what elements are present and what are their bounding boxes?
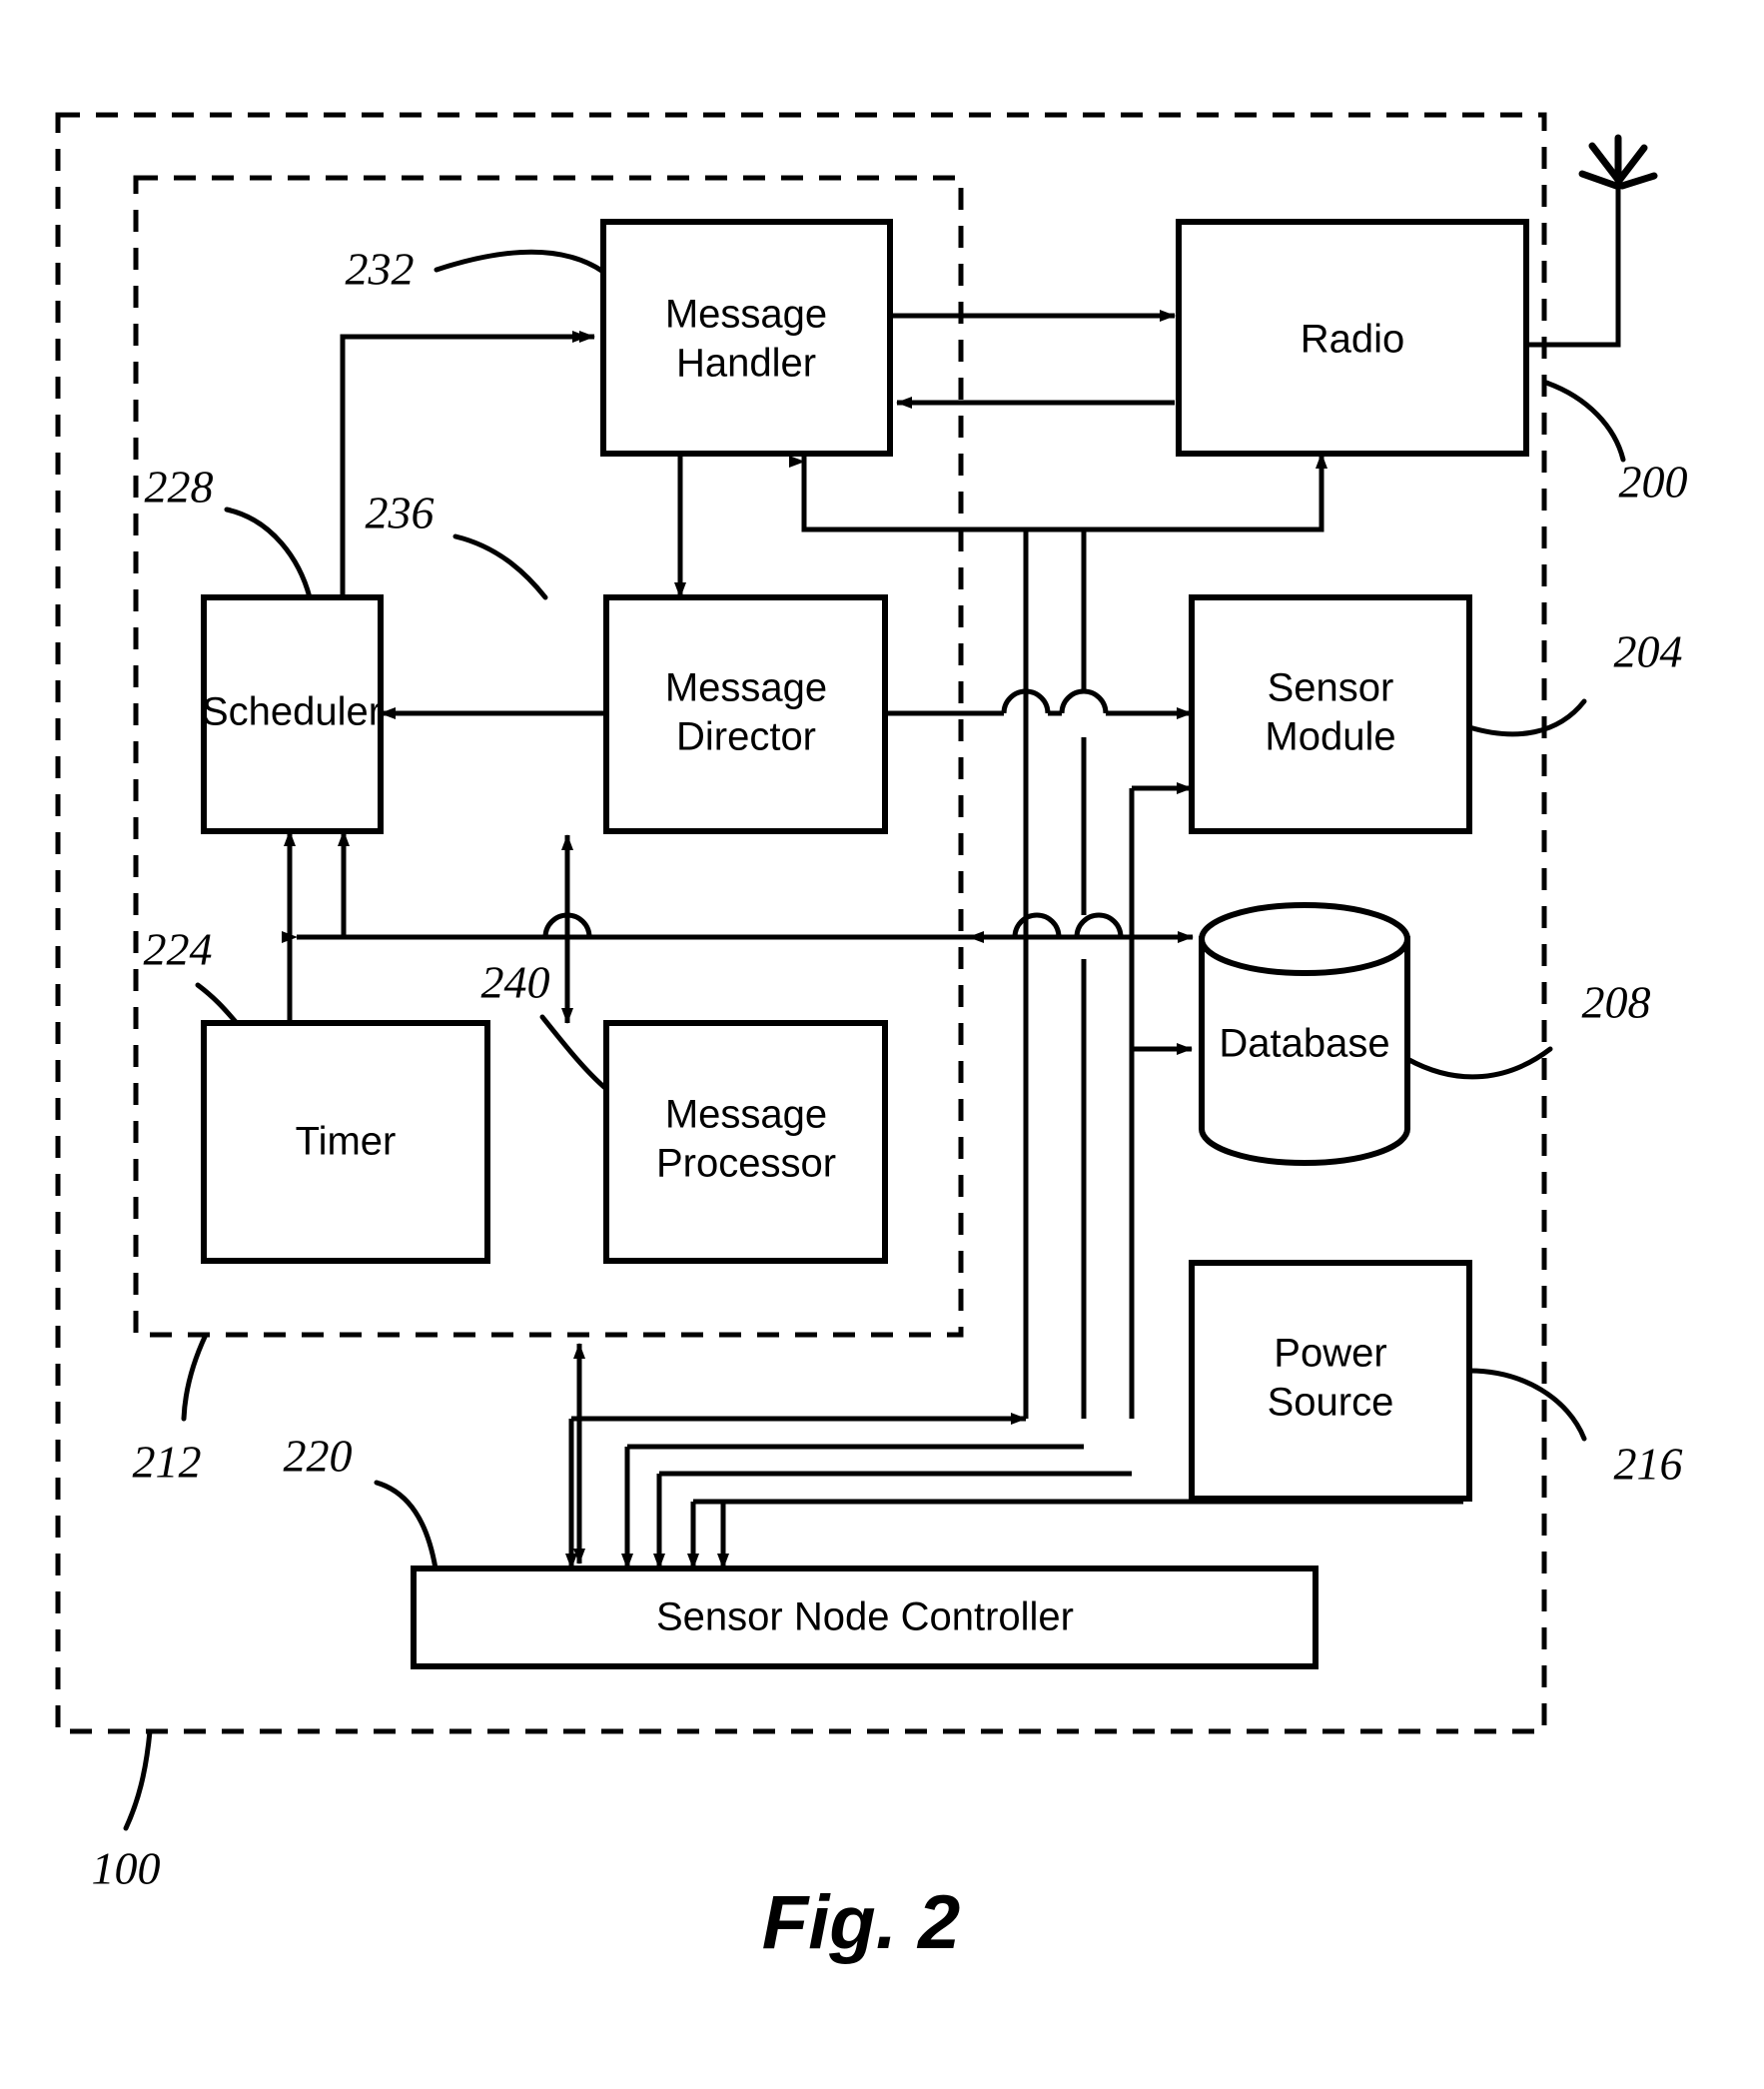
leader-232 (434, 249, 606, 275)
patent-figure-page: Message Handler Radio Scheduler Message … (0, 0, 1764, 2089)
block-sensor-module-label-2: Module (1265, 715, 1395, 759)
block-message-processor-label-1: Message (665, 1093, 827, 1137)
ref-232: 232 (346, 244, 415, 295)
block-message-handler-label-2: Handler (676, 342, 816, 386)
wire-radio-to-antenna (1526, 185, 1621, 348)
leader-236 (452, 533, 548, 600)
leader-228 (224, 507, 313, 600)
leader-200 (1543, 380, 1626, 463)
block-power-source-label-2: Source (1268, 1381, 1394, 1425)
wire-hop-md-bus-b (1059, 688, 1109, 714)
wire-message-handler-radio-bottom-route (801, 453, 1327, 532)
ref-228: 228 (145, 462, 214, 513)
leader-212 (181, 1332, 209, 1422)
block-scheduler-label-1: Scheduler (202, 690, 382, 734)
wire-hop-bus-938-b (1012, 912, 1062, 938)
leader-204 (1466, 698, 1587, 737)
leader-224 (195, 982, 240, 1026)
ref-200: 200 (1619, 457, 1688, 508)
block-sensor-module-label-1: Sensor (1268, 666, 1394, 710)
ref-208: 208 (1582, 977, 1651, 1028)
leader-216 (1466, 1368, 1587, 1442)
block-message-processor-label-2: Processor (656, 1142, 836, 1186)
leader-208 (1404, 1046, 1553, 1080)
block-message-director-label-2: Director (676, 715, 816, 759)
ref-220: 220 (284, 1431, 353, 1482)
wire-hop-bus-938-c (1074, 912, 1124, 938)
figure-canvas: Message Handler Radio Scheduler Message … (55, 112, 1688, 1965)
figure-caption: Fig. 2 (762, 1880, 960, 1965)
block-message-director-label-1: Message (665, 666, 827, 710)
leader-240 (539, 1014, 609, 1092)
leader-220 (374, 1480, 439, 1571)
ref-216: 216 (1614, 1439, 1683, 1490)
leader-100 (123, 1728, 153, 1831)
ref-236: 236 (366, 488, 435, 538)
block-database-label-1: Database (1219, 1022, 1389, 1066)
wire-scheduler-to-message-handler (340, 331, 595, 595)
block-timer-label-1: Timer (296, 1120, 397, 1164)
block-message-handler-label-1: Message (665, 293, 827, 337)
ref-212: 212 (133, 1437, 202, 1488)
block-sensor-node-controller-label-1: Sensor Node Controller (656, 1595, 1074, 1639)
antenna-icon (1578, 134, 1658, 190)
block-power-source-label-1: Power (1274, 1332, 1386, 1376)
ref-204: 204 (1614, 626, 1683, 677)
ref-100: 100 (92, 1843, 161, 1894)
ref-224: 224 (144, 924, 213, 975)
block-radio-label-1: Radio (1301, 318, 1405, 362)
block-message-handler[interactable] (600, 219, 893, 457)
ref-240: 240 (481, 957, 550, 1008)
